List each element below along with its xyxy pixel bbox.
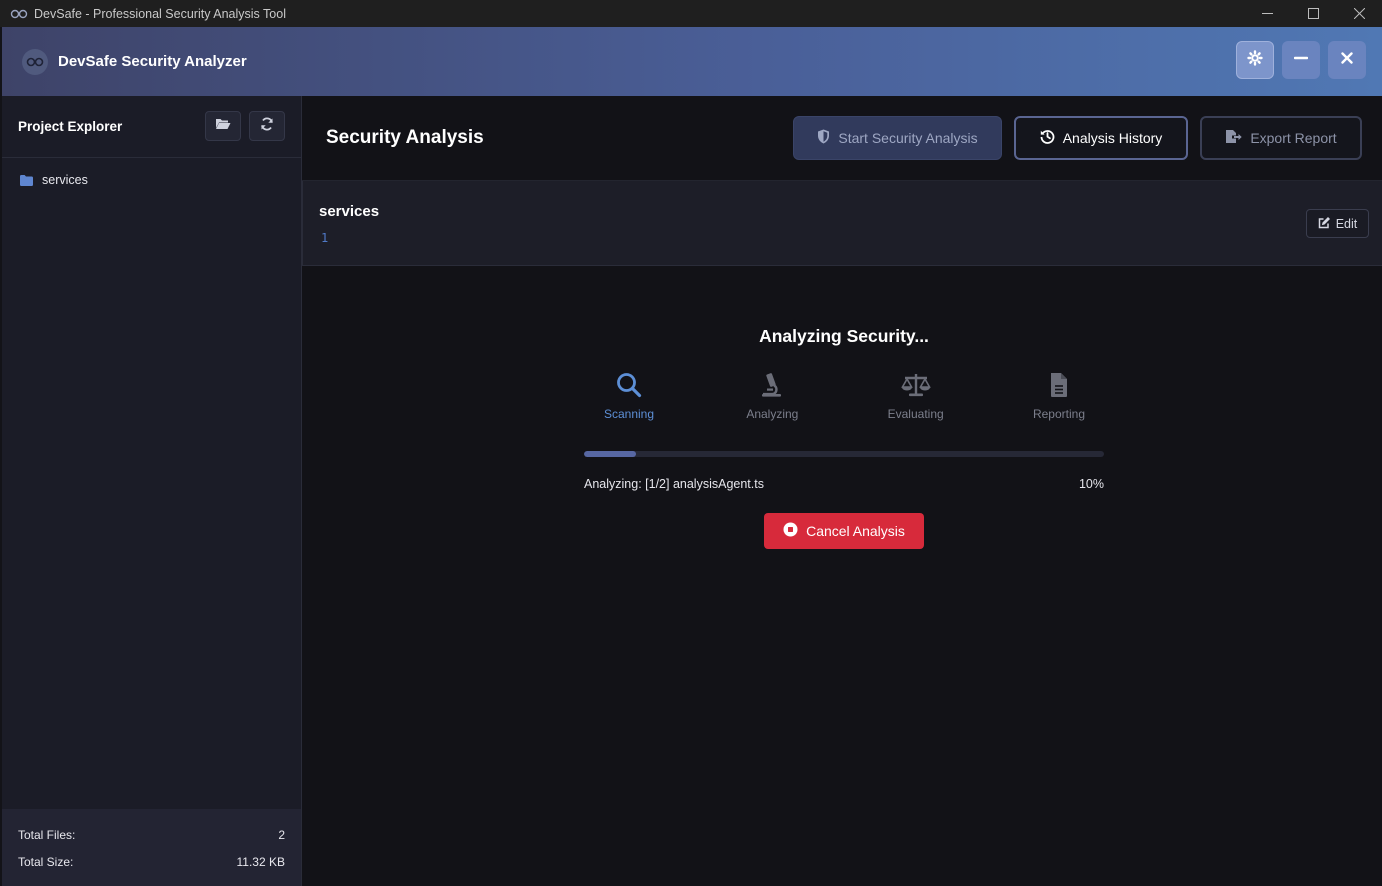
window-maximize-button[interactable]: [1290, 0, 1336, 27]
step-reporting: Reporting: [1014, 371, 1104, 421]
progress-status: Analyzing: [1/2] analysisAgent.ts: [584, 477, 764, 491]
open-folder-button[interactable]: [205, 111, 241, 141]
page-title: Security Analysis: [326, 127, 484, 148]
analysis-history-button[interactable]: Analysis History: [1014, 116, 1188, 160]
progress-bar-fill: [584, 451, 636, 457]
sidebar-item-services[interactable]: services: [2, 169, 301, 191]
step-label: Analyzing: [746, 407, 799, 421]
file-text-icon: [1049, 371, 1069, 399]
folder-icon: [20, 174, 33, 186]
step-label: Reporting: [1032, 407, 1085, 421]
window-minimize-button[interactable]: [1244, 0, 1290, 27]
progress-percent: 10%: [1078, 477, 1104, 491]
search-icon: [616, 371, 642, 399]
progress-steps: Scanning Analyzing Evaluating Reporting: [584, 371, 1104, 421]
gear-icon: [1247, 49, 1263, 71]
close-button[interactable]: [1328, 41, 1366, 79]
step-label: Evaluating: [887, 407, 944, 421]
step-analyzing: Analyzing: [727, 371, 817, 421]
sidebar-item-label: services: [42, 173, 88, 187]
step-label: Scanning: [603, 407, 655, 421]
window-close-button[interactable]: [1336, 0, 1382, 27]
export-report-button[interactable]: Export Report: [1200, 116, 1362, 160]
app-logo-icon: [22, 48, 48, 75]
folder-open-icon: [215, 117, 231, 135]
settings-button[interactable]: [1236, 41, 1274, 79]
app-header: DevSafe Security Analyzer: [2, 27, 1382, 96]
balance-scale-icon: [900, 371, 931, 399]
history-label: Analysis History: [1062, 130, 1163, 146]
close-icon: [1341, 51, 1353, 69]
edit-button[interactable]: Edit: [1306, 209, 1369, 238]
main-panel: Security Analysis Start Security Analysi…: [302, 96, 1382, 886]
refresh-button[interactable]: [249, 111, 285, 141]
history-icon: [1040, 129, 1055, 147]
progress-bar: [584, 451, 1104, 457]
step-evaluating: Evaluating: [871, 371, 961, 421]
window-title: DevSafe - Professional Security Analysis…: [34, 6, 286, 21]
line-number: 1: [321, 231, 329, 245]
stop-circle-icon: [783, 522, 798, 540]
sidebar-title: Project Explorer: [18, 119, 123, 134]
minimize-button[interactable]: [1282, 41, 1320, 79]
step-scanning: Scanning: [584, 371, 674, 421]
sidebar-stats: Total Files: 2 Total Size: 11.32 KB: [2, 809, 301, 886]
cancel-analysis-button[interactable]: Cancel Analysis: [764, 513, 924, 549]
app-title: DevSafe Security Analyzer: [58, 53, 247, 70]
start-security-analysis-button[interactable]: Start Security Analysis: [793, 116, 1002, 160]
os-title-bar: DevSafe - Professional Security Analysis…: [0, 0, 1382, 27]
cancel-label: Cancel Analysis: [806, 523, 905, 539]
file-name: services: [319, 203, 380, 220]
total-files-value: 2: [278, 827, 285, 842]
microscope-icon: [759, 371, 785, 399]
progress-title: Analyzing Security...: [759, 326, 929, 346]
app-logo-icon: [10, 9, 28, 19]
total-size-label: Total Size:: [18, 854, 74, 869]
start-label: Start Security Analysis: [838, 130, 978, 146]
file-preview-card: services 1 Edit: [302, 181, 1382, 266]
file-export-icon: [1225, 129, 1243, 147]
refresh-icon: [260, 117, 274, 136]
project-explorer-sidebar: Project Explorer services Total Files: 2: [2, 96, 302, 886]
minus-icon: [1293, 51, 1309, 70]
total-files-label: Total Files:: [18, 827, 76, 842]
edit-label: Edit: [1335, 216, 1358, 231]
total-size-value: 11.32 KB: [236, 854, 285, 869]
shield-icon: [817, 129, 830, 147]
export-label: Export Report: [1250, 130, 1337, 146]
edit-icon: [1318, 216, 1331, 232]
analysis-progress: Analyzing Security... Scanning Analyzing…: [584, 326, 1104, 549]
